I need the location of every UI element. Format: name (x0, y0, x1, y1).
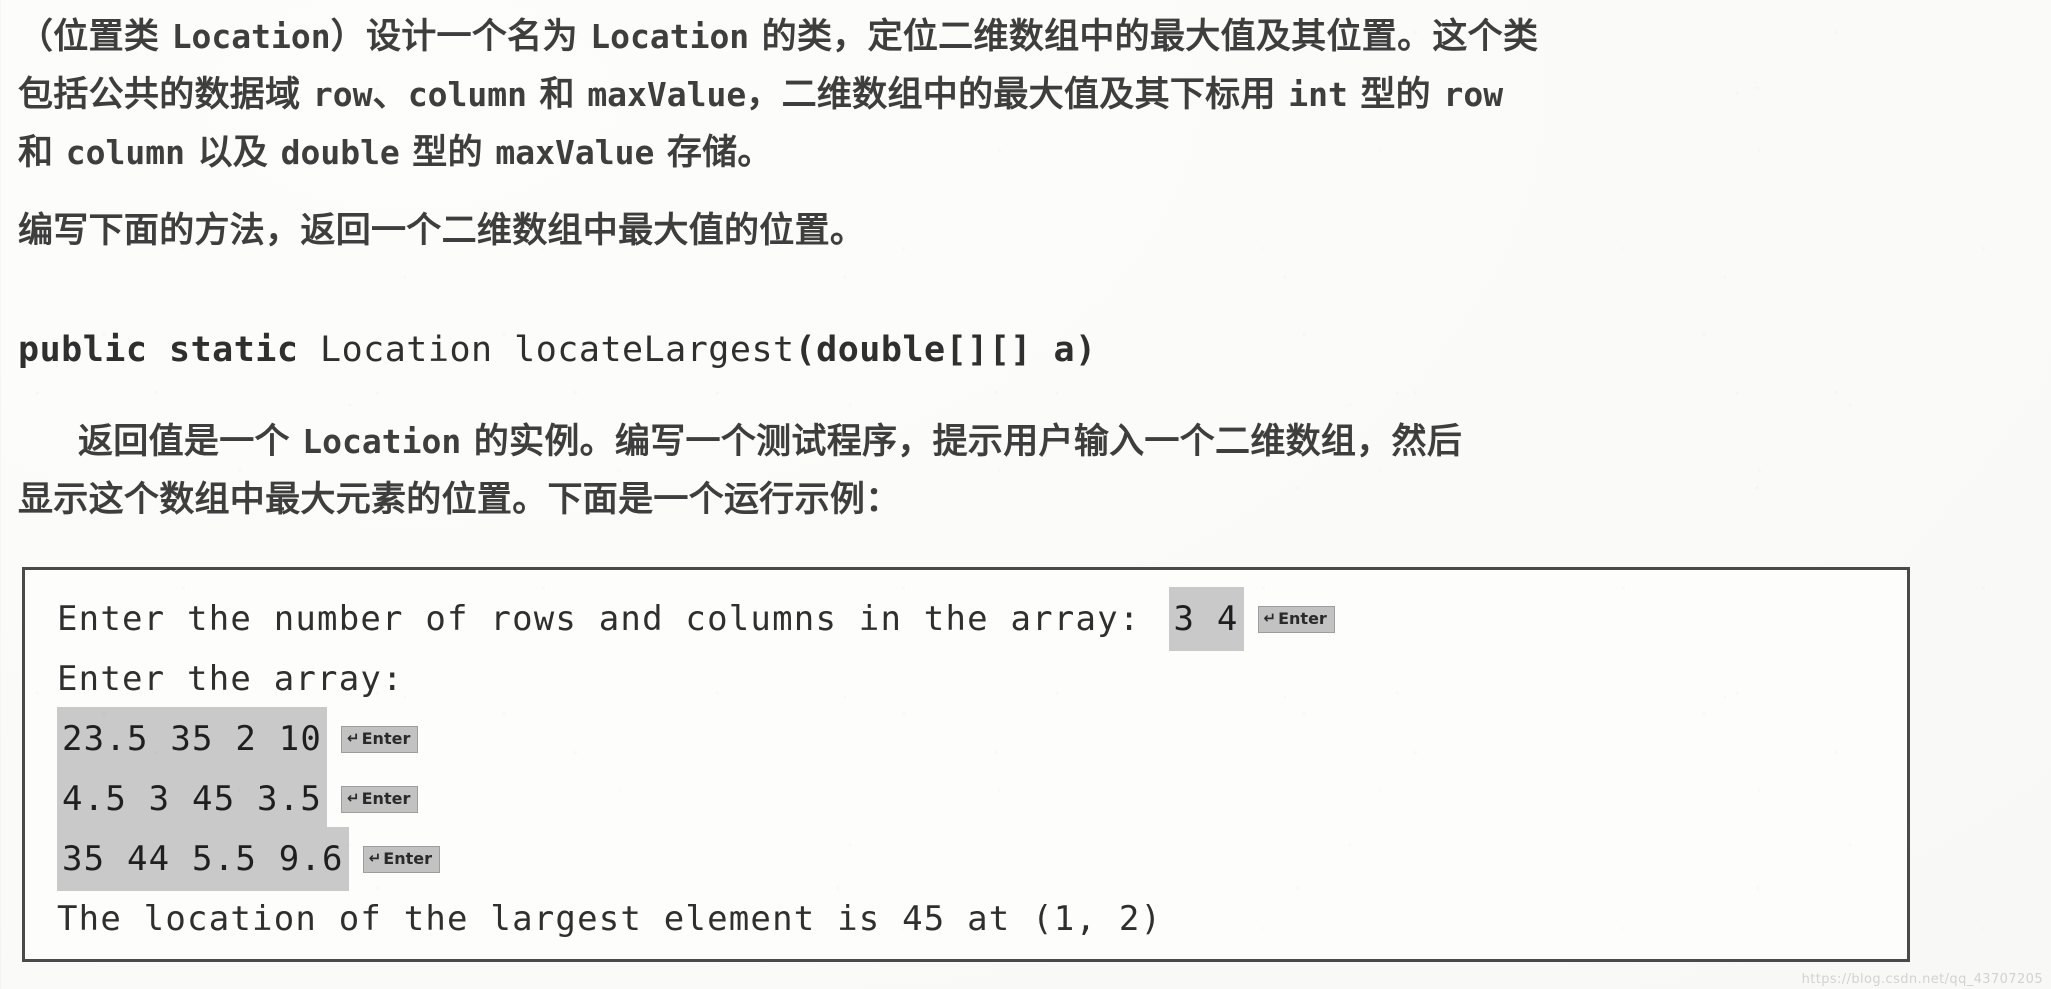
text-run: 的类，定位二维数组中的最大值及其位置。这个类 (749, 17, 1539, 57)
text-run: 包括公共的数据域 (18, 75, 313, 115)
console-line: 23.5 35 2 10 ↵ Enter (57, 707, 1907, 771)
inline-code: int (1288, 75, 1348, 114)
text-run: （位置类 (18, 17, 172, 57)
paragraph-line-4: 编写下面的方法，返回一个二维数组中最大值的位置。 (18, 202, 865, 253)
enter-key-label: Enter (383, 848, 433, 868)
inline-code: maxValue (587, 75, 747, 114)
console-line: Enter the number of rows and columns in … (57, 587, 1907, 651)
console-line: Enter the array: (57, 649, 1907, 709)
user-input-value: 35 44 5.5 9.6 (57, 827, 349, 891)
paragraph-line-1: （位置类 Location）设计一个名为 Location 的类，定位二维数组中… (18, 8, 1538, 59)
text-run: 、 (372, 75, 408, 115)
text-run: 型的 (399, 133, 496, 173)
text-run: 的实例。编写一个测试程序，提示用户输入一个二维数组，然后 (461, 422, 1463, 462)
text-run: 和 (527, 75, 588, 115)
console-line: 4.5 3 45 3.5 ↵ Enter (57, 767, 1907, 831)
text-run: ）设计一个名为 (330, 17, 591, 57)
text-run: 编写下面的方法，返回一个二维数组中最大值的位置。 (18, 211, 866, 251)
text-run: 返回值是一个 (78, 422, 303, 462)
text-run: 和 (18, 133, 66, 173)
paragraph-line-2: 包括公共的数据域 row、column 和 maxValue，二维数组中的最大值… (18, 66, 1503, 117)
paragraph-line-3: 和 column 以及 double 型的 maxValue 存储。 (18, 124, 773, 175)
enter-key-badge: ↵ Enter (341, 725, 419, 753)
paragraph-line-5: 返回值是一个 Location 的实例。编写一个测试程序，提示用户输入一个二维数… (78, 413, 1462, 464)
inline-code: double (280, 133, 400, 172)
enter-key-badge: ↵ Enter (1257, 605, 1335, 633)
user-input-value: 23.5 35 2 10 (57, 707, 328, 771)
enter-arrow-icon: ↵ (347, 728, 360, 747)
inline-code: row (312, 75, 373, 114)
method-signature: public static Location locateLargest(dou… (18, 330, 1097, 370)
text-run: 存储。 (654, 133, 773, 173)
console-text: Enter the array: (57, 659, 404, 699)
watermark: https://blog.csdn.net/qq_43707205 (1801, 972, 2043, 987)
text-run: 型的 (1347, 75, 1444, 115)
paragraph-line-6: 显示这个数组中最大元素的位置。下面是一个运行示例： (18, 471, 901, 522)
inline-code: row (1443, 75, 1504, 114)
enter-arrow-icon: ↵ (1263, 608, 1277, 627)
console-output: Enter the number of rows and columns in … (25, 570, 1907, 949)
signature-modifiers: public static (18, 330, 299, 370)
enter-arrow-icon: ↵ (347, 788, 360, 807)
enter-arrow-icon: ↵ (368, 848, 382, 867)
enter-key-label: Enter (361, 728, 411, 748)
inline-code: Location (171, 17, 331, 56)
inline-code: Location (302, 422, 462, 461)
inline-code: column (65, 133, 186, 172)
sample-run-console: Enter the number of rows and columns in … (22, 567, 1910, 962)
text-run: 显示这个数组中最大元素的位置。下面是一个运行示例： (18, 480, 901, 520)
signature-return-type: Location (298, 330, 515, 370)
user-input-value: 4.5 3 45 3.5 (57, 767, 328, 831)
signature-params: (double[][] a) (794, 330, 1097, 370)
enter-key-badge: ↵ Enter (362, 845, 441, 873)
text-run: ，二维数组中的最大值及其下标用 (746, 75, 1289, 115)
inline-code: Location (590, 17, 750, 56)
enter-key-label: Enter (1278, 608, 1327, 628)
console-text: Enter the number of rows and columns in … (57, 599, 1141, 639)
console-text: The location of the largest element is 4… (57, 899, 1163, 939)
user-input-value: 3 4 (1168, 587, 1244, 651)
enter-key-label: Enter (361, 788, 411, 808)
enter-key-badge: ↵ Enter (341, 785, 419, 813)
console-line: 35 44 5.5 9.6 ↵ Enter (57, 827, 1907, 891)
console-line: The location of the largest element is 4… (57, 889, 1907, 949)
inline-code: maxValue (495, 133, 655, 172)
text-run: 以及 (185, 133, 281, 173)
scanned-page: （位置类 Location）设计一个名为 Location 的类，定位二维数组中… (0, 0, 2051, 989)
inline-code: column (407, 75, 528, 114)
signature-method-name: locateLargest (514, 330, 795, 370)
